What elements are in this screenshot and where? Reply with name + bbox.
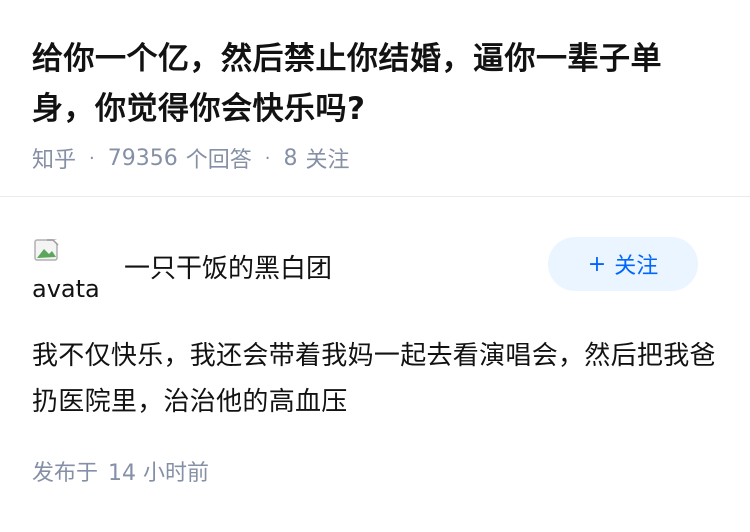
answers-count: 79356 xyxy=(107,145,178,171)
published-time: 14 小时前 xyxy=(108,461,210,486)
question-meta: 知乎 · 79356 个回答 · 8 关注 xyxy=(32,142,718,174)
publish-info: 发布于 14 小时前 xyxy=(32,455,718,487)
answer-card: avatar 一只干饭的黑白团 + 关注 我不仅快乐，我还会带着我妈一起去看演唱… xyxy=(0,233,750,487)
section-divider xyxy=(0,196,750,197)
followers-label[interactable]: 关注 xyxy=(306,142,350,174)
follow-button[interactable]: + 关注 xyxy=(548,237,698,291)
author-row: avatar 一只干饭的黑白团 + 关注 xyxy=(32,233,718,313)
published-label: 发布于 xyxy=(32,461,99,486)
question-title[interactable]: 给你一个亿，然后禁止你结婚，逼你一辈子单身，你觉得你会快乐吗? xyxy=(32,34,718,134)
followers-count: 8 xyxy=(283,145,298,171)
source-label[interactable]: 知乎 xyxy=(32,142,76,174)
avatar[interactable]: avatar xyxy=(32,235,100,303)
avatar-alt-text: avatar xyxy=(32,275,100,303)
separator-dot: · xyxy=(264,147,271,169)
follow-button-label: 关注 xyxy=(614,254,659,279)
answers-label[interactable]: 个回答 xyxy=(186,142,252,174)
separator-dot: · xyxy=(89,147,95,169)
author-name[interactable]: 一只干饭的黑白团 xyxy=(124,248,332,285)
answer-content[interactable]: 我不仅快乐，我还会带着我妈一起去看演唱会，然后把我爸扔医院里，治治他的高血压 xyxy=(32,333,718,425)
question-header: 给你一个亿，然后禁止你结婚，逼你一辈子单身，你觉得你会快乐吗? 知乎 · 793… xyxy=(0,0,750,174)
plus-icon: + xyxy=(587,251,607,277)
broken-image-icon xyxy=(34,239,59,261)
